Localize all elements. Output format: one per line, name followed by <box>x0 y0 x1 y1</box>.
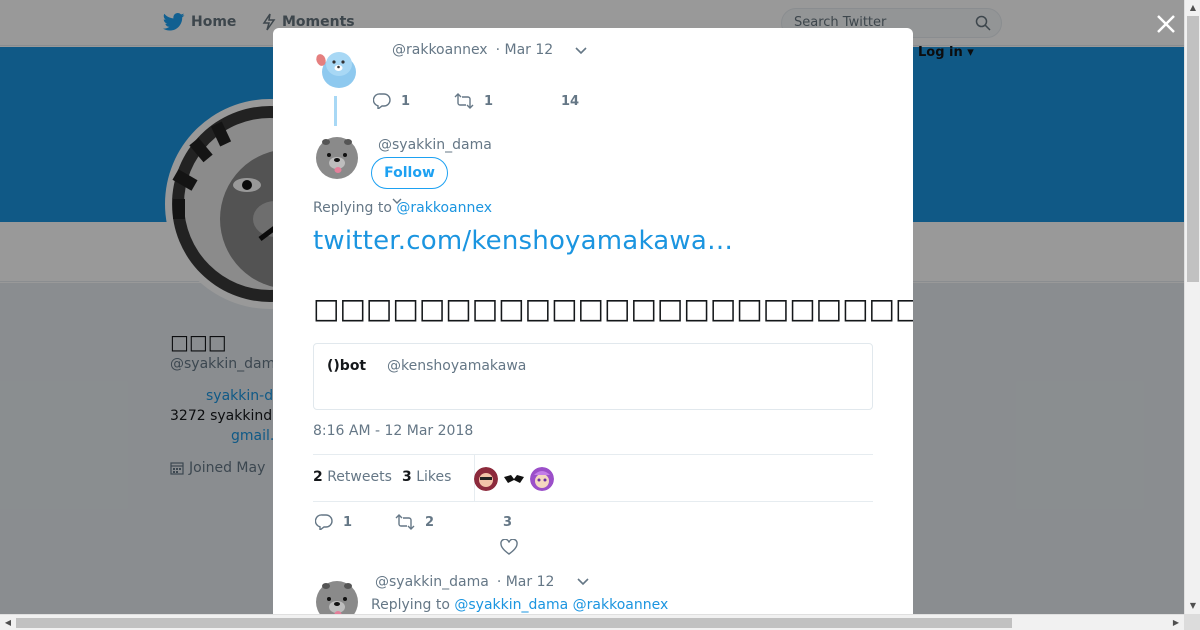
horizontal-scroll-thumb[interactable] <box>16 618 1012 628</box>
reply-replying-to: Replying to @syakkin_dama @rakkoannex <box>371 597 668 613</box>
parent-reply-count: 1 <box>401 93 411 109</box>
parent-tweet-actions: 1 1 14 <box>373 93 579 109</box>
retweets-stat[interactable]: 2 Retweets <box>313 469 392 485</box>
scroll-right-arrow[interactable]: ▶ <box>1168 618 1184 627</box>
reply-replying-prefix: Replying to <box>371 597 450 613</box>
main-like-action[interactable]: 3 <box>503 515 512 530</box>
main-retweet-action[interactable]: 2 <box>395 514 503 530</box>
main-tweet-avatar[interactable] <box>313 133 361 181</box>
parent-tweet-header: @rakkoannex · Mar 12 <box>392 42 553 58</box>
parent-tweet-avatar[interactable] <box>313 42 361 90</box>
retweets-stat-label: Retweets <box>327 469 392 485</box>
parent-like-count: 14 <box>561 93 580 109</box>
main-tweet-actions: 1 2 3 <box>315 514 512 530</box>
close-icon[interactable] <box>1154 12 1178 36</box>
liker-avatar[interactable] <box>502 467 526 491</box>
scroll-up-arrow[interactable]: ▲ <box>1185 3 1200 12</box>
main-reply-count: 1 <box>343 514 353 530</box>
reply-mention-2[interactable]: @rakkoannex <box>573 597 669 613</box>
retweets-stat-count: 2 <box>313 469 323 485</box>
parent-tweet-date[interactable]: · Mar 12 <box>496 42 554 58</box>
thread-line <box>334 96 337 126</box>
likes-stat[interactable]: 3 Likes <box>402 469 451 485</box>
chevron-down-icon[interactable] <box>574 46 588 56</box>
tweet-modal: @rakkoannex · Mar 12 1 1 14 @syakkin_dam… <box>273 28 913 614</box>
main-tweet-handle[interactable]: @syakkin_dama <box>378 137 492 153</box>
main-like-count: 3 <box>503 514 513 530</box>
tweet-text: □□□□□□□□□□□□□□□□□□□□□□□□□□□□□□□□□ <box>313 292 913 325</box>
main-replying-mention[interactable]: @rakkoannex <box>396 200 492 216</box>
main-replying-prefix: Replying to <box>313 200 392 216</box>
reply-tweet-avatar[interactable] <box>313 577 361 614</box>
quote-name: ()bot <box>327 358 367 374</box>
reply-icon[interactable] <box>315 514 333 530</box>
parent-retweet-count: 1 <box>484 93 494 109</box>
liker-avatar[interactable] <box>474 467 498 491</box>
follow-button[interactable]: Follow <box>371 157 448 189</box>
parent-retweet-action[interactable]: 1 <box>454 93 561 109</box>
main-retweet-count: 2 <box>425 514 435 530</box>
main-tweet-header: @syakkin_dama <box>378 137 492 153</box>
horizontal-scrollbar[interactable]: ◀ ▶ <box>0 614 1184 630</box>
tweet-link[interactable]: twitter.com/kenshoyamakawa… <box>313 226 733 256</box>
parent-tweet-handle[interactable]: @rakkoannex <box>392 42 488 58</box>
vertical-scroll-thumb[interactable] <box>1187 16 1199 282</box>
reply-tweet-date[interactable]: · Mar 12 <box>497 574 555 590</box>
heart-icon[interactable] <box>500 539 518 555</box>
scroll-left-arrow[interactable]: ◀ <box>0 618 16 627</box>
likes-stat-count: 3 <box>402 469 412 485</box>
scroll-down-arrow[interactable]: ▼ <box>1185 601 1200 610</box>
quote-tweet-card[interactable]: ()bot @kenshoyamakawa <box>313 343 873 410</box>
reply-tweet-header: @syakkin_dama · Mar 12 <box>375 574 554 590</box>
chevron-down-icon[interactable] <box>576 577 590 587</box>
retweet-icon[interactable] <box>395 514 415 530</box>
likes-stat-label: Likes <box>416 469 452 485</box>
vertical-scrollbar[interactable]: ▲ ▼ <box>1184 0 1200 614</box>
reply-icon[interactable] <box>373 93 391 109</box>
close-button[interactable] <box>1154 12 1178 36</box>
main-reply-action[interactable]: 1 <box>315 514 395 530</box>
tweet-timestamp[interactable]: 8:16 AM - 12 Mar 2018 <box>313 423 473 439</box>
reply-tweet-handle[interactable]: @syakkin_dama <box>375 574 489 590</box>
tweet-stats: 2 Retweets 3 Likes <box>313 454 873 502</box>
quote-handle: @kenshoyamakawa <box>387 358 527 374</box>
main-replying-to: Replying to @rakkoannex <box>313 200 492 216</box>
retweet-icon[interactable] <box>454 93 474 109</box>
parent-like-action[interactable]: 14 <box>561 94 579 109</box>
scroll-corner <box>1184 614 1200 630</box>
reply-mention-1[interactable]: @syakkin_dama <box>454 597 568 613</box>
liker-avatar[interactable] <box>530 467 554 491</box>
parent-reply-action[interactable]: 1 <box>373 93 454 109</box>
